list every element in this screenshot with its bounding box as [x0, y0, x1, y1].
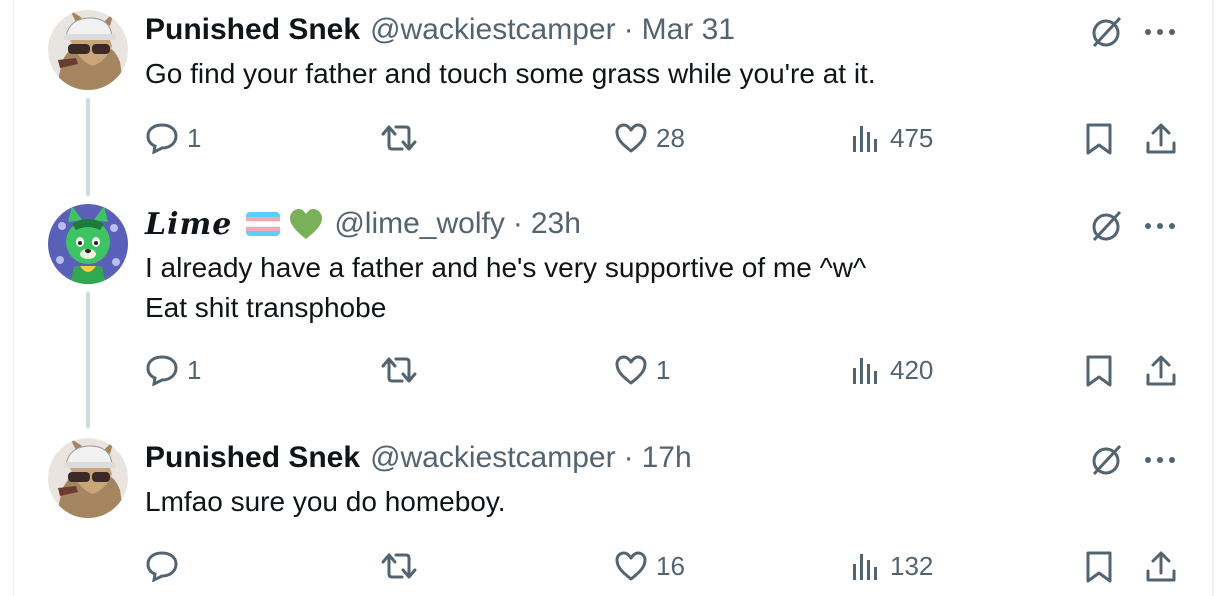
- tweet-actions: 1 28 475: [0, 118, 1221, 162]
- reply-icon: [145, 550, 179, 582]
- grok-icon[interactable]: [1088, 206, 1126, 244]
- user-handle[interactable]: @wackiestcamper: [370, 441, 616, 475]
- timestamp[interactable]: 23h: [531, 207, 581, 241]
- more-icon[interactable]: [1140, 14, 1180, 44]
- view-count: 132: [890, 550, 934, 581]
- share-button[interactable]: [1144, 354, 1178, 388]
- tweet-header: Punished Snek @wackiestcamper · 17h: [145, 438, 692, 478]
- reply-icon: [145, 354, 179, 386]
- tweet-text: Go find your father and touch some grass…: [145, 54, 876, 94]
- reply-count: 1: [187, 122, 202, 153]
- user-handle[interactable]: @lime_wolfy: [334, 207, 505, 241]
- retweet-icon: [380, 354, 418, 386]
- share-icon: [1144, 550, 1178, 584]
- like-count: 16: [656, 550, 685, 581]
- retweet-icon: [380, 122, 418, 154]
- tweet-header: Punished Snek @wackiestcamper · Mar 31: [145, 10, 735, 50]
- bookmark-button[interactable]: [1084, 354, 1114, 388]
- more-icon[interactable]: [1140, 208, 1180, 238]
- tweet-text-line: I already have a father and he's very su…: [145, 252, 867, 283]
- views-icon: [850, 354, 882, 386]
- display-name[interactable]: Punished Snek: [145, 441, 360, 475]
- share-button[interactable]: [1144, 122, 1178, 156]
- tweet-text-line: Go find your father and touch some grass…: [145, 58, 876, 89]
- views-icon: [850, 122, 882, 154]
- tweet-text-line: Eat shit transphobe: [145, 292, 387, 323]
- bookmark-button[interactable]: [1084, 122, 1114, 156]
- avatar[interactable]: [48, 204, 128, 284]
- user-handle[interactable]: @wackiestcamper: [370, 13, 616, 47]
- separator: ·: [623, 441, 634, 474]
- heart-icon: [614, 122, 648, 154]
- timestamp[interactable]: Mar 31: [642, 13, 735, 47]
- views-button[interactable]: 132: [850, 550, 933, 582]
- grok-icon[interactable]: [1088, 12, 1126, 50]
- retweet-button[interactable]: [380, 354, 426, 386]
- views-button[interactable]: 475: [850, 122, 933, 154]
- view-count: 420: [890, 354, 934, 385]
- bookmark-icon: [1084, 122, 1114, 156]
- reply-button[interactable]: 1: [145, 354, 201, 386]
- like-button[interactable]: 16: [614, 550, 685, 582]
- green-heart-emoji: [288, 208, 324, 240]
- reply-button[interactable]: [145, 550, 187, 582]
- like-count: 1: [656, 354, 671, 385]
- retweet-button[interactable]: [380, 122, 426, 154]
- share-icon: [1144, 354, 1178, 388]
- tweet-text: I already have a father and he's very su…: [145, 248, 866, 328]
- retweet-icon: [380, 550, 418, 582]
- tweet-text-line: Lmfao sure you do homeboy.: [145, 486, 506, 517]
- like-button[interactable]: 1: [614, 354, 670, 386]
- heart-icon: [614, 550, 648, 582]
- timestamp[interactable]: 17h: [642, 441, 692, 475]
- reply-count: 1: [187, 354, 202, 385]
- bookmark-button[interactable]: [1084, 550, 1114, 584]
- heart-icon: [614, 354, 648, 386]
- bookmark-icon: [1084, 550, 1114, 584]
- like-button[interactable]: 28: [614, 122, 685, 154]
- views-icon: [850, 550, 882, 582]
- tweet-header: Lime @lime_wolfy · 23h: [145, 204, 581, 244]
- bookmark-icon: [1084, 354, 1114, 388]
- display-name[interactable]: Lime: [145, 207, 232, 242]
- avatar[interactable]: [48, 10, 128, 90]
- timeline-left-border: [13, 0, 14, 596]
- views-button[interactable]: 420: [850, 354, 933, 386]
- display-name[interactable]: Punished Snek: [145, 13, 360, 47]
- trans-flag-emoji: [246, 212, 281, 236]
- timeline-right-border: [1212, 0, 1214, 596]
- view-count: 475: [890, 122, 934, 153]
- retweet-button[interactable]: [380, 550, 426, 582]
- share-icon: [1144, 122, 1178, 156]
- reply-button[interactable]: 1: [145, 122, 201, 154]
- reply-icon: [145, 122, 179, 154]
- avatar[interactable]: [48, 438, 128, 518]
- grok-icon[interactable]: [1088, 440, 1126, 478]
- tweet-text: Lmfao sure you do homeboy.: [145, 482, 506, 522]
- separator: ·: [623, 13, 634, 46]
- share-button[interactable]: [1144, 550, 1178, 584]
- more-icon[interactable]: [1140, 442, 1180, 472]
- like-count: 28: [656, 122, 685, 153]
- separator: ·: [512, 207, 523, 240]
- tweet-actions: 1 1 420: [0, 352, 1221, 396]
- tweet-actions: 16 132: [0, 546, 1221, 590]
